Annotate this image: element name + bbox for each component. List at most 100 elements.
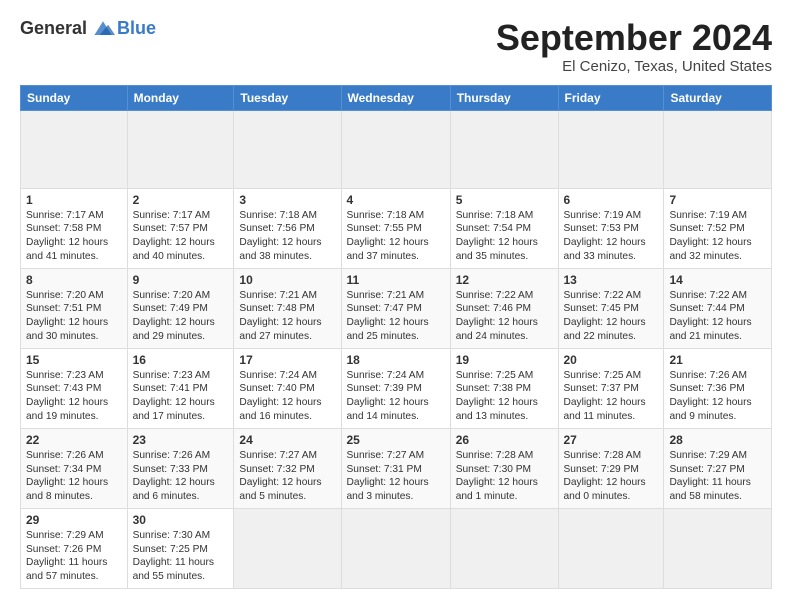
day-detail: Sunrise: 7:27 AM Sunset: 7:31 PM Dayligh… xyxy=(347,449,445,504)
calendar-table: Sunday Monday Tuesday Wednesday Thursday… xyxy=(20,85,772,589)
logo-text: General Blue xyxy=(20,18,156,39)
day-detail: Sunrise: 7:18 AM Sunset: 7:55 PM Dayligh… xyxy=(347,209,445,264)
table-row: 13 Sunrise: 7:22 AM Sunset: 7:45 PM Dayli… xyxy=(558,268,664,348)
day-number: 22 xyxy=(26,433,122,447)
table-row: 2 Sunrise: 7:17 AM Sunset: 7:57 PM Daylig… xyxy=(127,188,234,268)
day-number: 6 xyxy=(564,193,659,207)
calendar-week-row: 1 Sunrise: 7:17 AM Sunset: 7:58 PM Daylig… xyxy=(21,188,772,268)
table-row: 29 Sunrise: 7:29 AM Sunset: 7:26 PM Dayli… xyxy=(21,508,128,588)
day-detail: Sunrise: 7:26 AM Sunset: 7:34 PM Dayligh… xyxy=(26,449,122,504)
table-row: 26 Sunrise: 7:28 AM Sunset: 7:30 PM Dayli… xyxy=(450,428,558,508)
day-detail: Sunrise: 7:19 AM Sunset: 7:53 PM Dayligh… xyxy=(564,209,659,264)
day-number: 2 xyxy=(133,193,229,207)
day-number: 13 xyxy=(564,273,659,287)
day-number: 16 xyxy=(133,353,229,367)
day-detail: Sunrise: 7:26 AM Sunset: 7:36 PM Dayligh… xyxy=(669,369,766,424)
col-monday: Monday xyxy=(127,85,234,110)
table-row: 28 Sunrise: 7:29 AM Sunset: 7:27 PM Dayli… xyxy=(664,428,772,508)
day-detail: Sunrise: 7:17 AM Sunset: 7:58 PM Dayligh… xyxy=(26,209,122,264)
table-row: 20Sunrise: 7:25 AM Sunset: 7:37 PM Dayli… xyxy=(558,348,664,428)
day-number: 14 xyxy=(669,273,766,287)
table-row: 9Sunrise: 7:20 AM Sunset: 7:49 PM Daylig… xyxy=(127,268,234,348)
table-row xyxy=(127,110,234,188)
table-row: 4 Sunrise: 7:18 AM Sunset: 7:55 PM Daylig… xyxy=(341,188,450,268)
day-detail: Sunrise: 7:18 AM Sunset: 7:54 PM Dayligh… xyxy=(456,209,553,264)
calendar-week-row xyxy=(21,110,772,188)
col-friday: Friday xyxy=(558,85,664,110)
table-row xyxy=(664,110,772,188)
day-detail: Sunrise: 7:29 AM Sunset: 7:27 PM Dayligh… xyxy=(669,449,766,504)
col-thursday: Thursday xyxy=(450,85,558,110)
day-number: 5 xyxy=(456,193,553,207)
table-row xyxy=(450,110,558,188)
day-detail: Sunrise: 7:24 AM Sunset: 7:39 PM Dayligh… xyxy=(347,369,445,424)
table-row xyxy=(341,508,450,588)
day-number: 29 xyxy=(26,513,122,527)
day-detail: Sunrise: 7:30 AM Sunset: 7:25 PM Dayligh… xyxy=(133,529,229,584)
logo-general: General xyxy=(20,18,87,39)
day-detail: Sunrise: 7:27 AM Sunset: 7:32 PM Dayligh… xyxy=(239,449,335,504)
day-number: 23 xyxy=(133,433,229,447)
day-number: 24 xyxy=(239,433,335,447)
day-number: 18 xyxy=(347,353,445,367)
table-row xyxy=(234,110,341,188)
day-number: 19 xyxy=(456,353,553,367)
day-number: 1 xyxy=(26,193,122,207)
table-row: 25 Sunrise: 7:27 AM Sunset: 7:31 PM Dayli… xyxy=(341,428,450,508)
calendar-header-row: Sunday Monday Tuesday Wednesday Thursday… xyxy=(21,85,772,110)
table-row: 23Sunrise: 7:26 AM Sunset: 7:33 PM Dayli… xyxy=(127,428,234,508)
day-number: 21 xyxy=(669,353,766,367)
col-sunday: Sunday xyxy=(21,85,128,110)
day-detail: Sunrise: 7:23 AM Sunset: 7:43 PM Dayligh… xyxy=(26,369,122,424)
logo-blue: Blue xyxy=(117,18,156,39)
day-detail: Sunrise: 7:22 AM Sunset: 7:45 PM Dayligh… xyxy=(564,289,659,344)
table-row: 17 Sunrise: 7:24 AM Sunset: 7:40 PM Dayli… xyxy=(234,348,341,428)
day-number: 15 xyxy=(26,353,122,367)
day-detail: Sunrise: 7:29 AM Sunset: 7:26 PM Dayligh… xyxy=(26,529,122,584)
calendar-week-row: 15 Sunrise: 7:23 AM Sunset: 7:43 PM Dayli… xyxy=(21,348,772,428)
day-number: 12 xyxy=(456,273,553,287)
table-row: 12 Sunrise: 7:22 AM Sunset: 7:46 PM Dayli… xyxy=(450,268,558,348)
table-row: 16Sunrise: 7:23 AM Sunset: 7:41 PM Dayli… xyxy=(127,348,234,428)
day-detail: Sunrise: 7:28 AM Sunset: 7:29 PM Dayligh… xyxy=(564,449,659,504)
table-row: 11Sunrise: 7:21 AM Sunset: 7:47 PM Dayli… xyxy=(341,268,450,348)
table-row xyxy=(558,508,664,588)
table-row: 3Sunrise: 7:18 AM Sunset: 7:56 PM Daylig… xyxy=(234,188,341,268)
day-number: 11 xyxy=(347,273,445,287)
day-number: 27 xyxy=(564,433,659,447)
table-row xyxy=(234,508,341,588)
day-number: 26 xyxy=(456,433,553,447)
table-row: 7Sunrise: 7:19 AM Sunset: 7:52 PM Daylig… xyxy=(664,188,772,268)
day-number: 10 xyxy=(239,273,335,287)
day-number: 7 xyxy=(669,193,766,207)
day-detail: Sunrise: 7:20 AM Sunset: 7:49 PM Dayligh… xyxy=(133,289,229,344)
day-number: 25 xyxy=(347,433,445,447)
table-row: 10Sunrise: 7:21 AM Sunset: 7:48 PM Dayli… xyxy=(234,268,341,348)
title-section: September 2024 El Cenizo, Texas, United … xyxy=(496,18,772,75)
day-detail: Sunrise: 7:22 AM Sunset: 7:46 PM Dayligh… xyxy=(456,289,553,344)
table-row: 24 Sunrise: 7:27 AM Sunset: 7:32 PM Dayli… xyxy=(234,428,341,508)
month-title: September 2024 xyxy=(496,18,772,58)
day-number: 3 xyxy=(239,193,335,207)
day-number: 4 xyxy=(347,193,445,207)
table-row: 22 Sunrise: 7:26 AM Sunset: 7:34 PM Dayli… xyxy=(21,428,128,508)
day-number: 17 xyxy=(239,353,335,367)
table-row xyxy=(341,110,450,188)
table-row: 18 Sunrise: 7:24 AM Sunset: 7:39 PM Dayli… xyxy=(341,348,450,428)
col-saturday: Saturday xyxy=(664,85,772,110)
day-detail: Sunrise: 7:24 AM Sunset: 7:40 PM Dayligh… xyxy=(239,369,335,424)
calendar-week-row: 22 Sunrise: 7:26 AM Sunset: 7:34 PM Dayli… xyxy=(21,428,772,508)
table-row xyxy=(21,110,128,188)
day-detail: Sunrise: 7:17 AM Sunset: 7:57 PM Dayligh… xyxy=(133,209,229,264)
day-number: 20 xyxy=(564,353,659,367)
day-number: 30 xyxy=(133,513,229,527)
table-row xyxy=(664,508,772,588)
page: General Blue September 2024 El Cenizo, T… xyxy=(0,0,792,599)
table-row: 6 Sunrise: 7:19 AM Sunset: 7:53 PM Daylig… xyxy=(558,188,664,268)
header: General Blue September 2024 El Cenizo, T… xyxy=(20,18,772,75)
col-tuesday: Tuesday xyxy=(234,85,341,110)
col-wednesday: Wednesday xyxy=(341,85,450,110)
day-detail: Sunrise: 7:28 AM Sunset: 7:30 PM Dayligh… xyxy=(456,449,553,504)
day-detail: Sunrise: 7:25 AM Sunset: 7:38 PM Dayligh… xyxy=(456,369,553,424)
day-number: 28 xyxy=(669,433,766,447)
